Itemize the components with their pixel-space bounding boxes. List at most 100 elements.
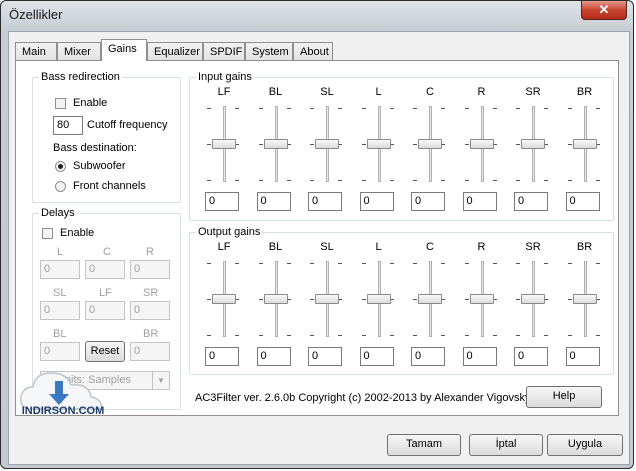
slider-tick — [544, 335, 548, 336]
gain-value-input[interactable]: 0 — [411, 347, 445, 366]
slider-thumb[interactable] — [212, 139, 236, 149]
gain-slider[interactable] — [411, 104, 449, 192]
delay-input-l[interactable]: 0 — [40, 260, 80, 279]
slider-tick — [441, 180, 445, 181]
gain-channel-label: C — [426, 241, 434, 253]
gains-panel: Bass redirection Enable 80 Cutoff freque… — [15, 60, 619, 416]
gain-slider[interactable] — [566, 259, 604, 347]
slider-thumb[interactable] — [469, 294, 494, 304]
gain-value-input[interactable]: 0 — [359, 192, 394, 211]
close-button[interactable]: ✕ — [581, 1, 627, 20]
gain-slider[interactable] — [360, 259, 398, 347]
gain-channel-label: BL — [268, 241, 283, 253]
slider-thumb[interactable] — [212, 294, 236, 304]
slider-tick — [441, 263, 445, 264]
slider-tick — [567, 144, 572, 145]
gain-value-input[interactable]: 0 — [565, 347, 600, 366]
gain-value-input[interactable]: 0 — [256, 192, 291, 211]
gain-slider[interactable] — [257, 259, 295, 347]
cancel-button[interactable]: İptal — [469, 434, 543, 456]
subwoofer-radio[interactable] — [55, 161, 66, 172]
gain-value-input[interactable]: 0 — [256, 347, 291, 366]
tab-system[interactable]: System — [245, 42, 293, 60]
gain-slider[interactable] — [360, 104, 398, 192]
cutoff-frequency-input[interactable]: 80 — [53, 116, 83, 135]
slider-thumb[interactable] — [418, 294, 442, 304]
front-channels-label: Front channels — [73, 180, 146, 192]
gain-slider[interactable] — [411, 259, 449, 347]
slider-tick — [338, 263, 342, 264]
slider-thumb[interactable] — [572, 139, 597, 149]
gain-value-input[interactable]: 0 — [462, 347, 497, 366]
tab-equalizer[interactable]: Equalizer — [147, 42, 203, 60]
slider-tick — [492, 263, 497, 264]
bass-enable-checkbox[interactable] — [55, 98, 66, 109]
slider-thumb[interactable] — [418, 139, 442, 149]
delay-input-lf[interactable]: 0 — [85, 301, 125, 320]
ok-button[interactable]: Tamam — [387, 434, 461, 456]
slider-tick — [310, 335, 314, 336]
slider-tick — [361, 263, 366, 264]
slider-thumb[interactable] — [521, 294, 545, 304]
tab-main[interactable]: Main — [15, 42, 57, 60]
delays-enable-checkbox[interactable] — [42, 228, 53, 239]
delay-input-c[interactable]: 0 — [85, 260, 125, 279]
gain-value-input[interactable]: 0 — [411, 192, 445, 211]
slider-tick — [258, 144, 263, 145]
slider-tick — [492, 335, 497, 336]
delay-input-bl[interactable]: 0 — [40, 342, 80, 361]
help-button[interactable]: Help — [526, 386, 602, 408]
reset-button[interactable]: Reset — [85, 341, 125, 362]
slider-thumb[interactable] — [366, 294, 391, 304]
gain-slider[interactable] — [308, 104, 346, 192]
gain-value-input[interactable]: 0 — [462, 192, 497, 211]
tab-gains[interactable]: Gains — [101, 39, 147, 61]
slider-tick — [413, 263, 417, 264]
gain-slider[interactable] — [514, 104, 552, 192]
slider-tick — [492, 180, 497, 181]
gain-value-input[interactable]: 0 — [514, 347, 548, 366]
gain-value-input[interactable]: 0 — [205, 347, 239, 366]
bass-enable-label: Enable — [73, 97, 108, 109]
bass-redirection-group: Bass redirection Enable 80 Cutoff freque… — [32, 71, 181, 203]
slider-tick — [464, 335, 469, 336]
gain-value-input[interactable]: 0 — [514, 192, 548, 211]
tab-about[interactable]: About — [293, 42, 333, 60]
delay-input-sr[interactable]: 0 — [130, 301, 170, 320]
apply-button[interactable]: Uygula — [547, 434, 623, 456]
slider-tick — [338, 335, 342, 336]
slider-tick — [389, 335, 394, 336]
slider-thumb[interactable] — [315, 139, 339, 149]
delay-label-bl: BL — [53, 328, 67, 340]
gain-value-input[interactable]: 0 — [359, 347, 394, 366]
gain-slider[interactable] — [514, 259, 552, 347]
gain-value-input[interactable]: 0 — [308, 347, 342, 366]
gain-value-input[interactable]: 0 — [565, 192, 600, 211]
slider-thumb[interactable] — [521, 139, 545, 149]
gain-slider[interactable] — [463, 259, 501, 347]
gain-channel-label: SL — [320, 86, 334, 98]
slider-thumb[interactable] — [469, 139, 494, 149]
output-gains-channel-bl: BL 0 — [256, 233, 296, 373]
slider-thumb[interactable] — [263, 139, 288, 149]
gain-slider[interactable] — [463, 104, 501, 192]
slider-thumb[interactable] — [315, 294, 339, 304]
gain-value-input[interactable]: 0 — [205, 192, 239, 211]
gain-slider[interactable] — [205, 259, 243, 347]
slider-tick — [286, 108, 291, 109]
gain-slider[interactable] — [257, 104, 295, 192]
gain-slider[interactable] — [205, 104, 243, 192]
gain-slider[interactable] — [566, 104, 604, 192]
tab-mixer[interactable]: Mixer — [57, 42, 101, 60]
slider-thumb[interactable] — [366, 139, 391, 149]
slider-thumb[interactable] — [263, 294, 288, 304]
gain-slider[interactable] — [308, 259, 346, 347]
gain-value-input[interactable]: 0 — [308, 192, 342, 211]
slider-thumb[interactable] — [572, 294, 597, 304]
delay-input-sl[interactable]: 0 — [40, 301, 80, 320]
front-channels-radio[interactable] — [55, 181, 66, 192]
tab-spdif[interactable]: SPDIF — [203, 42, 245, 60]
delay-input-br[interactable]: 0 — [130, 342, 170, 361]
delays-title: Delays — [39, 207, 77, 219]
delay-input-r[interactable]: 0 — [130, 260, 170, 279]
